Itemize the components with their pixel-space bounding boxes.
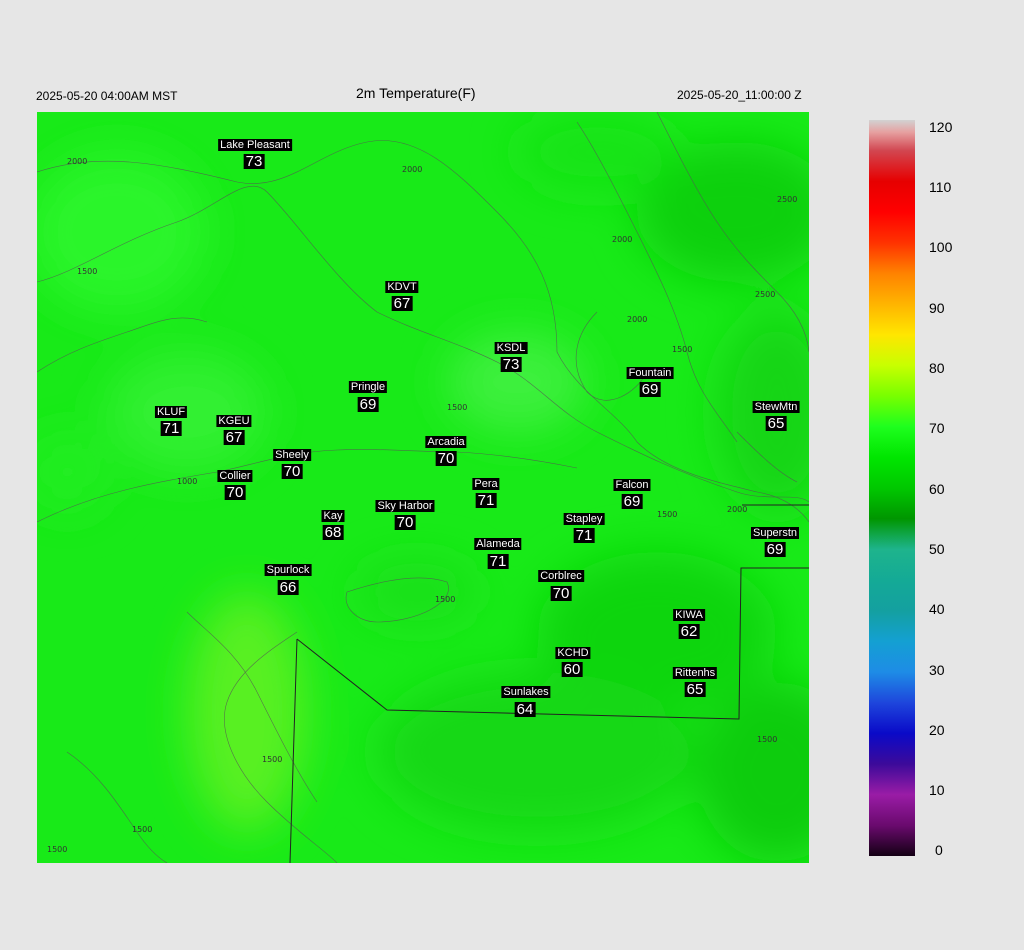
station-temperature: 71 <box>160 420 182 437</box>
station-temperature: 69 <box>764 541 786 558</box>
station-temperature: 70 <box>550 585 572 602</box>
station-name: Pera <box>472 478 500 490</box>
station-name: Stapley <box>563 513 605 525</box>
contour-label: 1500 <box>757 735 777 744</box>
station-name: Corblrec <box>538 570 584 582</box>
station-name: Collier <box>217 470 253 482</box>
station-name: Alameda <box>474 538 522 550</box>
station-temperature: 69 <box>357 396 379 413</box>
station-temperature: 71 <box>573 527 595 544</box>
station-temperature: 65 <box>765 415 787 432</box>
station-temperature: 73 <box>500 356 522 373</box>
station-name: KSDL <box>494 342 528 354</box>
station-temperature: 73 <box>243 153 265 170</box>
station-name: Lake Pleasant <box>218 139 292 151</box>
contour-label: 2500 <box>755 290 775 299</box>
station-temperature: 70 <box>224 484 246 501</box>
colorbar-tick: 50 <box>929 541 945 557</box>
contour-label: 1500 <box>77 267 97 276</box>
station-temperature: 67 <box>223 429 245 446</box>
colorbar-tick: 110 <box>929 179 952 195</box>
station-name: KDVT <box>385 281 419 293</box>
contour-label: 1500 <box>657 510 677 519</box>
station-name: Falcon <box>613 479 651 491</box>
station-temperature: 71 <box>475 492 497 509</box>
contour-label: 2000 <box>612 235 632 244</box>
station-temperature: 65 <box>684 681 706 698</box>
station-temperature: 69 <box>621 493 643 510</box>
station-temperature: 68 <box>322 524 344 541</box>
contour-label: 1500 <box>262 755 282 764</box>
colorbar-tick: 40 <box>929 601 945 617</box>
station-name: Superstn <box>750 527 800 539</box>
colorbar-tick: 10 <box>929 782 945 798</box>
station-name: StewMtn <box>752 401 800 413</box>
colorbar-tick: 0 <box>935 842 943 858</box>
colorbar-tick: 60 <box>929 481 945 497</box>
contour-label: 1500 <box>672 345 692 354</box>
station-name: KCHD <box>555 647 591 659</box>
station-temperature: 69 <box>639 381 661 398</box>
station-name: Sheely <box>273 449 311 461</box>
station-temperature: 66 <box>277 579 299 596</box>
colorbar-tick: 20 <box>929 722 945 738</box>
station-name: Kay <box>321 510 345 522</box>
temperature-colorbar <box>869 120 915 856</box>
station-name: Sky Harbor <box>375 500 435 512</box>
station-temperature: 62 <box>678 623 700 640</box>
station-name: KLUF <box>154 406 188 418</box>
contour-label: 2500 <box>777 195 797 204</box>
station-temperature: 70 <box>435 450 457 467</box>
contour-label: 1000 <box>177 477 197 486</box>
colorbar-tick: 80 <box>929 360 945 376</box>
map-title: 2m Temperature(F) <box>356 85 476 101</box>
station-name: Arcadia <box>425 436 467 448</box>
station-name: Fountain <box>626 367 674 379</box>
colorbar-gradient <box>869 120 915 856</box>
station-temperature: 71 <box>487 553 509 570</box>
contour-label: 1500 <box>132 825 152 834</box>
contour-label: 2000 <box>727 505 747 514</box>
contour-label: 2000 <box>67 157 87 166</box>
station-temperature: 70 <box>281 463 303 480</box>
contour-label: 1500 <box>47 845 67 854</box>
temperature-map: 2000 1500 1000 1500 2000 2000 2000 1500 … <box>37 112 809 863</box>
contour-label: 1500 <box>447 403 467 412</box>
station-name: Sunlakes <box>501 686 551 698</box>
colorbar-tick: 120 <box>929 119 953 135</box>
station-name: Rittenhs <box>672 667 718 679</box>
station-name: KIWA <box>673 609 705 621</box>
station-name: KGEU <box>216 415 252 427</box>
station-name: Spurlock <box>264 564 312 576</box>
station-temperature: 64 <box>514 701 536 718</box>
utc-time-label: 2025-05-20_11:00:00 Z <box>677 88 802 102</box>
colorbar-tick: 90 <box>929 300 945 316</box>
station-name: Pringle <box>348 381 388 393</box>
colorbar-tick: 100 <box>929 239 953 255</box>
colorbar-tick: 70 <box>929 420 945 436</box>
station-temperature: 67 <box>391 295 413 312</box>
station-temperature: 60 <box>561 661 583 678</box>
local-time-label: 2025-05-20 04:00AM MST <box>36 89 178 103</box>
contour-label: 1500 <box>435 595 455 604</box>
contour-label: 2000 <box>627 315 647 324</box>
colorbar-tick: 30 <box>929 662 945 678</box>
station-temperature: 70 <box>394 514 416 531</box>
contour-label: 2000 <box>402 165 422 174</box>
